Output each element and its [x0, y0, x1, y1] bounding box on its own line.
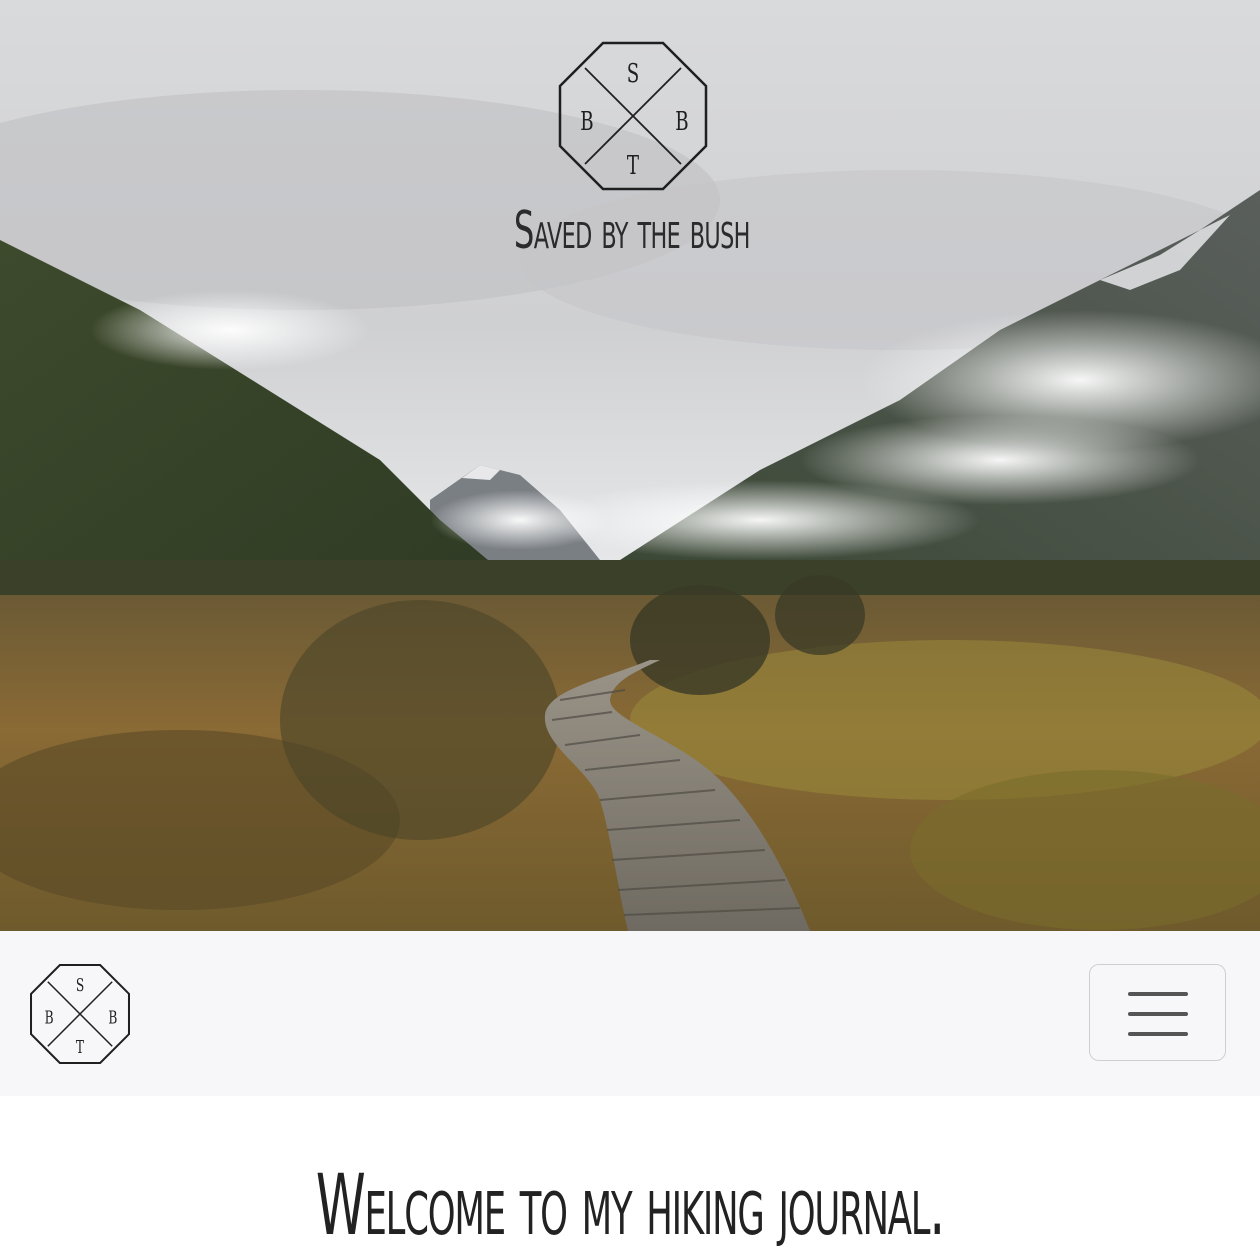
svg-text:B: B [108, 1007, 117, 1028]
site-title: Saved by the bush [513, 201, 751, 261]
navbar-toggler-button[interactable] [1089, 964, 1226, 1061]
brand-logo-icon[interactable]: S B B T [29, 963, 131, 1065]
hamburger-menu-icon [1128, 992, 1188, 1036]
svg-text:S: S [76, 975, 84, 996]
welcome-heading: Welcome to my hiking journal. [315, 1156, 945, 1254]
logo-letter-left: B [580, 107, 593, 137]
logo-letter-top: S [627, 59, 639, 89]
hero-banner: S B B T Saved by the bush [0, 0, 1260, 931]
svg-text:B: B [45, 1007, 54, 1028]
logo-letter-bottom: T [627, 151, 639, 181]
sbtb-logo-icon: S B B T [558, 41, 708, 191]
svg-text:T: T [76, 1037, 84, 1058]
logo-letter-right: B [675, 107, 688, 137]
navbar: S B B T [0, 931, 1260, 1096]
